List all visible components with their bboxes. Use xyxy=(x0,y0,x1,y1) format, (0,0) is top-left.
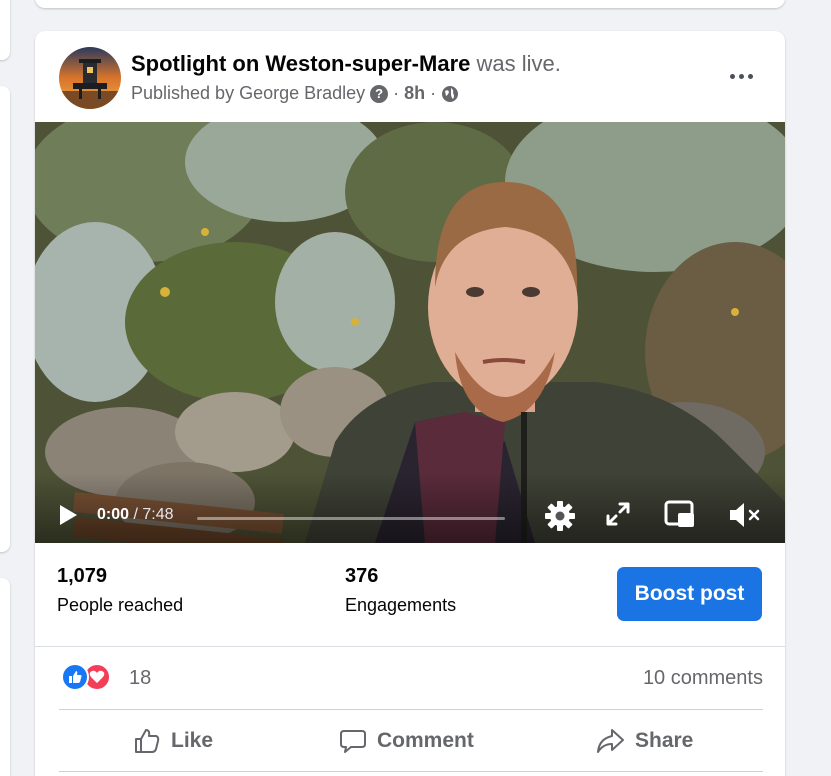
live-status-text: was live. xyxy=(476,51,561,76)
fullscreen-icon[interactable] xyxy=(603,499,633,529)
post-time-link[interactable]: 8h xyxy=(404,83,425,104)
page-avatar[interactable] xyxy=(59,47,121,109)
people-reached-label: People reached xyxy=(57,595,184,615)
like-label: Like xyxy=(171,729,214,752)
comments-count-link[interactable]: 10 comments xyxy=(643,667,763,690)
engagements-label: Engagements xyxy=(345,595,457,615)
video-time: 0:00 / 7:48 xyxy=(97,506,174,523)
meta-separator: · xyxy=(393,83,400,103)
people-reached-stat: 1,079 People reached xyxy=(57,565,183,616)
boost-post-button[interactable]: Boost post xyxy=(617,567,762,621)
reaction-icons[interactable] xyxy=(61,663,121,693)
page-name-link[interactable]: Spotlight on Weston-super-Mare xyxy=(131,51,470,76)
more-options-button[interactable] xyxy=(723,61,759,91)
video-duration: 7:48 xyxy=(142,506,174,523)
post-meta: Published by George Bradley ? · 8h · xyxy=(131,83,459,104)
more-dots-icon xyxy=(729,73,735,79)
comment-label: Comment xyxy=(377,729,474,752)
engagements-stat: 376 Engagements xyxy=(345,565,456,616)
comment-button[interactable]: Comment xyxy=(339,721,474,761)
post-header-title: Spotlight on Weston-super-Mare was live. xyxy=(131,51,561,77)
meta-separator: · xyxy=(430,83,437,103)
reactions-bar: 18 10 comments xyxy=(59,661,763,695)
like-reaction-icon xyxy=(61,663,89,691)
divider xyxy=(59,771,763,772)
volume-muted-icon[interactable] xyxy=(727,499,763,531)
picture-in-picture-icon[interactable] xyxy=(663,499,697,531)
share-arrow-icon xyxy=(595,727,625,755)
speech-bubble-icon xyxy=(339,727,367,755)
share-button[interactable]: Share xyxy=(595,721,693,761)
divider xyxy=(59,709,763,710)
like-button[interactable]: Like xyxy=(133,721,213,761)
thumbs-up-icon xyxy=(133,727,161,755)
share-label: Share xyxy=(635,729,694,752)
people-reached-value: 1,079 xyxy=(57,565,108,587)
previous-post-card xyxy=(35,0,785,8)
published-by-text: Published by George Bradley xyxy=(131,83,366,103)
engagements-value: 376 xyxy=(345,565,379,587)
video-progress-bar[interactable] xyxy=(197,517,505,520)
left-column-card xyxy=(0,0,10,60)
settings-gear-icon[interactable] xyxy=(543,499,577,533)
current-time: 0:00 xyxy=(97,506,130,523)
live-video-player[interactable]: 0:00 / 7:48 xyxy=(35,122,785,543)
reaction-count[interactable]: 18 xyxy=(129,667,151,690)
question-circle-icon[interactable]: ? xyxy=(370,84,389,103)
post-insights: 1,079 People reached 376 Engagements Boo… xyxy=(35,543,785,647)
left-column-card xyxy=(0,578,10,776)
post-card: Spotlight on Weston-super-Mare was live.… xyxy=(35,31,785,776)
video-controls: 0:00 / 7:48 xyxy=(35,473,785,543)
play-icon[interactable] xyxy=(57,503,79,532)
left-column-card xyxy=(0,86,10,552)
globe-icon[interactable] xyxy=(441,85,459,103)
